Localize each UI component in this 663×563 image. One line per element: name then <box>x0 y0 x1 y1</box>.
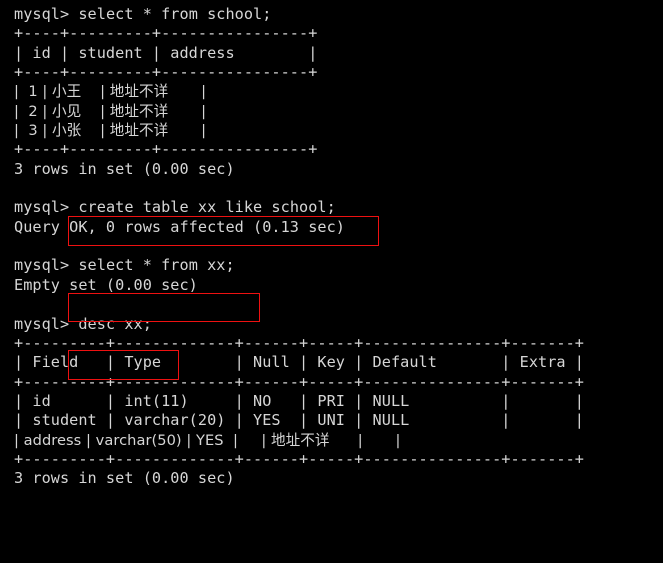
desc-table-header-border: +---------+-------------+------+-----+--… <box>14 372 585 391</box>
command-text: desc xx; <box>69 314 152 333</box>
select-xx-status: Empty set (0.00 sec) <box>14 275 198 294</box>
prompt: mysql> <box>14 256 70 275</box>
table-row: | 1 | 小王 | 地址不详 | <box>14 83 207 101</box>
school-rows-status: 3 rows in set (0.00 sec) <box>14 159 235 178</box>
prompt: mysql> <box>14 314 70 333</box>
command-line-select-school: mysql> select * from school; <box>14 5 663 24</box>
school-table-top-border: +----+---------+----------------+ <box>14 24 318 43</box>
desc-table-top-border: +---------+-------------+------+-----+--… <box>14 333 585 352</box>
create-table-status: Query OK, 0 rows affected (0.13 sec) <box>14 217 345 236</box>
prompt: mysql> <box>14 198 70 217</box>
school-table-header: | id | student | address | <box>14 43 318 62</box>
table-row: | 2 | 小见 | 地址不详 | <box>14 102 207 120</box>
prompt: mysql> <box>14 5 70 23</box>
terminal-window[interactable]: mysql> select * from school; +----+-----… <box>0 0 663 563</box>
school-table-bottom-border: +----+---------+----------------+ <box>14 140 318 159</box>
command-line-desc-xx: mysql> desc xx; <box>14 315 663 334</box>
desc-table-bottom-border: +---------+-------------+------+-----+--… <box>14 449 585 468</box>
command-text: create table xx like school; <box>69 198 336 217</box>
table-row: | student | varchar(20) | YES | UNI | NU… <box>14 411 585 430</box>
desc-table-header: | Field | Type | Null | Key | Default | … <box>14 353 585 372</box>
command-text: select * from xx; <box>69 256 235 275</box>
table-row: | address | varchar(50) | YES | | 地址不详 |… <box>14 431 401 449</box>
table-row: | id | int(11) | NO | PRI | NULL | | <box>14 391 585 410</box>
school-table-header-border: +----+---------+----------------+ <box>14 63 318 82</box>
table-row: | 3 | 小张 | 地址不详 | <box>14 122 207 140</box>
desc-rows-status: 3 rows in set (0.00 sec) <box>14 469 235 488</box>
command-line-create-table: mysql> create table xx like school; <box>14 198 663 217</box>
command-text: select * from school; <box>69 5 272 23</box>
command-line-select-xx: mysql> select * from xx; <box>14 256 663 275</box>
